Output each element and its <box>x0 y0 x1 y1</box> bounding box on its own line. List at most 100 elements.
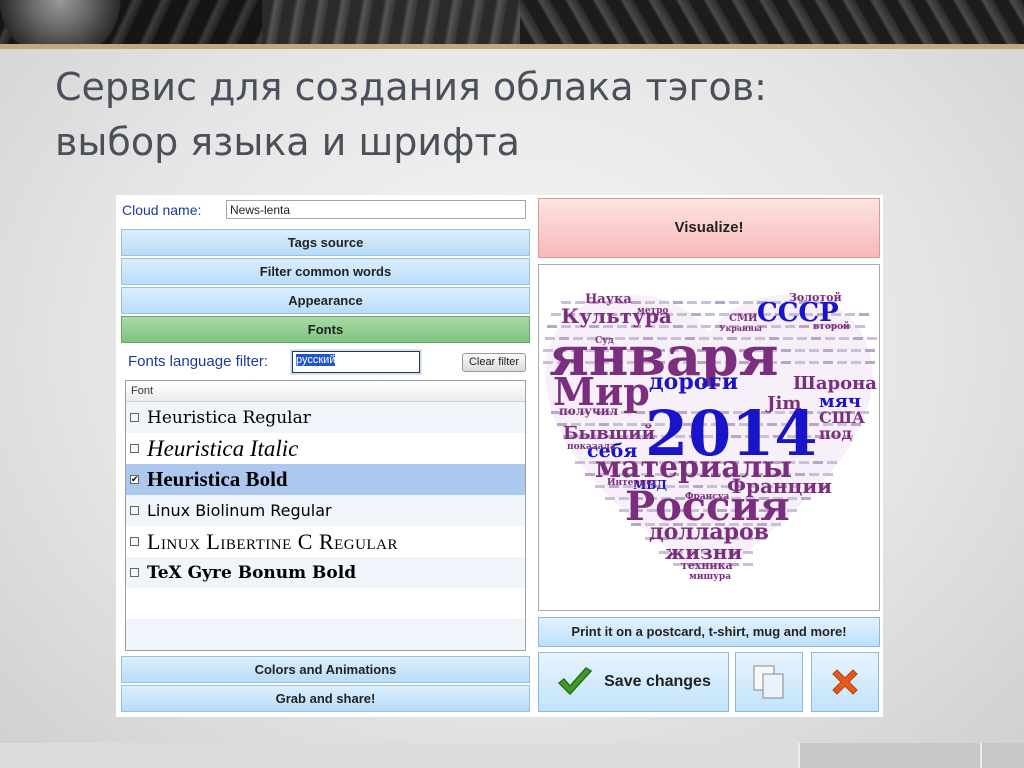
font-row-linux-libertine-c-regular[interactable]: Linux Libertine C Regular <box>126 526 525 557</box>
cloud-filler-mark <box>811 337 821 340</box>
fonts-language-filter-input[interactable]: русский <box>292 351 420 373</box>
cloud-filler-mark <box>743 563 753 566</box>
cloud-word: техника <box>681 559 733 572</box>
save-changes-label: Save changes <box>604 673 711 690</box>
cloud-filler-mark <box>743 551 753 554</box>
cloud-filler-mark <box>701 301 711 304</box>
slide-header-accent <box>0 44 1024 49</box>
cloud-filler-mark <box>795 349 805 352</box>
slide-header-banner <box>0 0 1024 44</box>
heart-word-cloud: января 2014 Мир Россия материалы Культур… <box>543 291 877 583</box>
filter-common-words-button[interactable]: Filter common words <box>121 258 530 285</box>
cloud-name-label: Cloud name: <box>122 202 202 218</box>
cloud-filler-mark <box>585 473 595 476</box>
cloud-filler-mark <box>687 301 697 304</box>
cloud-filler-mark <box>781 349 791 352</box>
cloud-name-input[interactable] <box>226 200 526 219</box>
colors-animations-button[interactable]: Colors and Animations <box>121 656 530 683</box>
cloud-filler-mark <box>867 337 877 340</box>
font-checkbox-checked[interactable]: ✔ <box>130 475 139 484</box>
font-checkbox[interactable] <box>130 413 139 422</box>
cloud-filler-mark <box>797 337 807 340</box>
cloud-filler-mark <box>705 313 715 316</box>
cloud-filler-mark <box>595 485 605 488</box>
font-row-heuristica-bold[interactable]: ✔ Heuristica Bold <box>126 464 525 495</box>
font-name: TeX Gyre Bonum Bold <box>147 562 357 583</box>
cloud-filler-mark <box>691 313 701 316</box>
close-button[interactable] <box>811 652 879 712</box>
cloud-filler-mark <box>855 325 865 328</box>
cloud-filler-mark <box>673 301 683 304</box>
cloud-filler-mark <box>809 349 819 352</box>
font-checkbox[interactable] <box>130 537 139 546</box>
font-row-heuristica-italic[interactable]: Heuristica Italic <box>126 433 525 464</box>
settings-panel: Cloud name: Tags source Filter common wo… <box>119 198 532 714</box>
cloud-filler-mark <box>865 361 875 364</box>
cloud-word: Франсуа <box>685 492 729 502</box>
appearance-button[interactable]: Appearance <box>121 287 530 314</box>
cloud-filler-mark <box>839 337 849 340</box>
cloud-filler-mark <box>845 313 855 316</box>
cloud-filler-mark <box>809 361 819 364</box>
cloud-filler-mark <box>859 313 869 316</box>
font-row-linux-biolinum-regular[interactable]: Linux Biolinum Regular <box>126 495 525 526</box>
cloud-filler-mark <box>795 361 805 364</box>
cloud-word: Франции <box>727 474 832 498</box>
cloud-filler-mark <box>851 361 861 364</box>
fonts-button[interactable]: Fonts <box>121 316 530 343</box>
tags-source-button[interactable]: Tags source <box>121 229 530 256</box>
cloud-filler-mark <box>837 361 847 364</box>
checkmark-icon <box>558 667 593 696</box>
copy-button[interactable] <box>735 652 803 712</box>
cloud-filler-mark <box>743 301 753 304</box>
cloud-filler-mark <box>865 349 875 352</box>
font-row-heuristica-regular[interactable]: Heuristica Regular <box>126 402 525 433</box>
cloud-filler-mark <box>575 461 585 464</box>
cloud-filler-mark <box>605 497 615 500</box>
visualize-button[interactable]: Visualize! <box>538 198 880 258</box>
font-name: Heuristica Italic <box>147 435 299 461</box>
cloud-word: дороги <box>649 369 738 395</box>
cloud-word: Суд <box>595 336 614 346</box>
cloud-filler-mark <box>729 301 739 304</box>
cloud-filler-mark <box>853 337 863 340</box>
cloud-word: мишура <box>689 572 731 582</box>
cloud-word: Наука <box>585 292 632 307</box>
cloud-word: метро <box>637 306 668 316</box>
cloud-filler-mark <box>715 301 725 304</box>
cloud-filler-mark <box>781 361 791 364</box>
font-checkbox[interactable] <box>130 444 139 453</box>
preview-column: Visualize! января 2014 Мир Россия матери… <box>538 198 880 714</box>
font-checkbox[interactable] <box>130 506 139 515</box>
font-row-tex-gyre-bonum-bold[interactable]: TeX Gyre Bonum Bold <box>126 557 525 588</box>
copy-icon <box>753 665 784 699</box>
save-changes-button[interactable]: Save changes <box>538 652 729 712</box>
cloud-filler-mark <box>719 313 729 316</box>
slide-title: Сервис для создания облака тэгов: выбор … <box>55 60 955 170</box>
cloud-filler-mark <box>823 349 833 352</box>
cloud-filler-mark <box>551 313 561 316</box>
cloud-filler-mark <box>837 349 847 352</box>
font-name: Linux Biolinum Regular <box>147 501 332 520</box>
font-checkbox[interactable] <box>130 568 139 577</box>
font-row-empty <box>126 619 525 650</box>
grab-share-button[interactable]: Grab and share! <box>121 685 530 712</box>
tag-cloud-app: Cloud name: Tags source Filter common wo… <box>116 195 883 717</box>
cloud-word: Украины <box>719 323 762 333</box>
cloud-filler-mark <box>783 337 793 340</box>
cloud-word: второй <box>813 321 850 332</box>
cloud-word: под <box>819 424 852 443</box>
cloud-filler-mark <box>827 461 837 464</box>
clear-filter-button[interactable]: Clear filter <box>462 353 526 372</box>
font-list-header: Font <box>126 381 525 402</box>
font-name: Linux Libertine C Regular <box>147 528 398 554</box>
print-merchandise-button[interactable]: Print it on a postcard, t-shirt, mug and… <box>538 617 880 647</box>
cloud-filler-mark <box>677 313 687 316</box>
font-row-empty <box>126 588 525 619</box>
cloud-word: получил <box>559 404 619 418</box>
slide-footer-bar <box>0 743 1024 768</box>
cloud-filler-mark <box>851 349 861 352</box>
cloud-word: Jim <box>765 393 801 414</box>
word-cloud-preview: января 2014 Мир Россия материалы Культур… <box>538 264 880 611</box>
cloud-word: показала <box>567 442 616 452</box>
